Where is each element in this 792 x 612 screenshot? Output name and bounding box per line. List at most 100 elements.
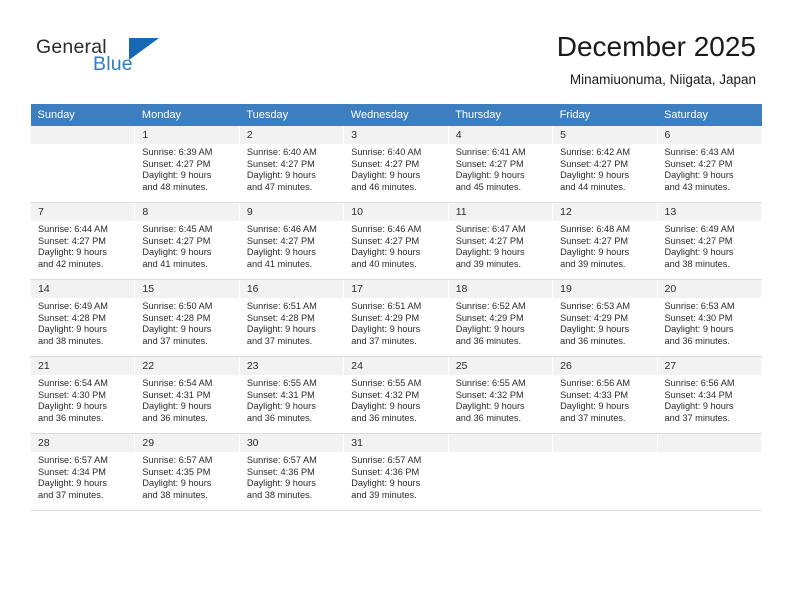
calendar-body: 1 Sunrise: 6:39 AM Sunset: 4:27 PM Daylight… [29, 126, 763, 511]
daylight-text-line2: and 43 minutes. [664, 181, 730, 192]
daylight-text-line1: Daylight: 9 hours [455, 401, 525, 412]
sunrise-text: Sunrise: 6:51 AM [246, 301, 317, 311]
calendar-day-cell-empty [552, 433, 658, 511]
calendar-day-cell[interactable]: 21 Sunrise: 6:54 AM Sunset: 4:30 PM Dayligh… [29, 356, 136, 434]
day-details: Sunrise: 6:40 AM Sunset: 4:27 PM Daylight:… [240, 144, 343, 193]
calendar-week-row: 14 Sunrise: 6:49 AM Sunset: 4:28 PM Dayligh… [29, 279, 763, 357]
calendar-day-cell[interactable]: 12 Sunrise: 6:48 AM Sunset: 4:27 PM Dayligh… [552, 202, 658, 280]
daylight-text-line1: Daylight: 9 hours [38, 401, 107, 412]
sunrise-text: Sunrise: 6:56 AM [664, 378, 735, 388]
sunset-text: Sunset: 4:27 PM [246, 158, 315, 169]
day-number: 7 [31, 203, 135, 221]
sunset-text: Sunset: 4:34 PM [664, 389, 733, 400]
day-cell-inner: 31 Sunrise: 6:57 AM Sunset: 4:36 PM Dayligh… [344, 434, 448, 510]
calendar-day-cell[interactable]: 20 Sunrise: 6:53 AM Sunset: 4:30 PM Dayligh… [656, 279, 763, 357]
calendar-day-cell[interactable]: 9 Sunrise: 6:46 AM Sunset: 4:27 PM Daylight… [238, 202, 345, 280]
daylight-text-line1: Daylight: 9 hours [246, 324, 316, 335]
calendar-day-cell[interactable]: 1 Sunrise: 6:39 AM Sunset: 4:27 PM Daylight… [134, 126, 240, 203]
calendar-week-row: 1 Sunrise: 6:39 AM Sunset: 4:27 PM Daylight… [29, 126, 763, 203]
daylight-text-line2: and 36 minutes. [664, 335, 730, 346]
calendar-day-cell[interactable]: 6 Sunrise: 6:43 AM Sunset: 4:27 PM Daylight… [656, 126, 763, 203]
calendar-day-cell[interactable]: 7 Sunrise: 6:44 AM Sunset: 4:27 PM Daylight… [29, 202, 136, 280]
day-details: Sunrise: 6:54 AM Sunset: 4:31 PM Daylight:… [135, 375, 238, 424]
calendar-day-cell[interactable]: 22 Sunrise: 6:54 AM Sunset: 4:31 PM Dayligh… [134, 356, 240, 434]
day-cell-inner: 12 Sunrise: 6:48 AM Sunset: 4:27 PM Dayligh… [553, 203, 657, 279]
calendar-day-cell[interactable]: 18 Sunrise: 6:52 AM Sunset: 4:29 PM Dayligh… [447, 279, 554, 357]
day-details: Sunrise: 6:52 AM Sunset: 4:29 PM Daylight:… [449, 298, 552, 347]
sunrise-text: Sunrise: 6:52 AM [455, 301, 526, 311]
day-number: 10 [344, 203, 448, 221]
day-cell-inner: 28 Sunrise: 6:57 AM Sunset: 4:34 PM Dayligh… [31, 434, 135, 510]
calendar-day-cell[interactable]: 23 Sunrise: 6:55 AM Sunset: 4:31 PM Dayligh… [238, 356, 345, 434]
day-details: Sunrise: 6:50 AM Sunset: 4:28 PM Daylight:… [135, 298, 238, 347]
sunrise-text: Sunrise: 6:56 AM [560, 378, 631, 388]
sunrise-text: Sunrise: 6:54 AM [38, 378, 108, 388]
daylight-text-line2: and 36 minutes. [142, 412, 208, 423]
sunset-text: Sunset: 4:36 PM [246, 466, 315, 477]
day-cell-inner: 4 Sunrise: 6:41 AM Sunset: 4:27 PM Daylight… [448, 126, 553, 202]
calendar-day-cell[interactable]: 2 Sunrise: 6:40 AM Sunset: 4:27 PM Daylight… [238, 126, 345, 203]
calendar-page: General Blue December 2025 Minamiuonuma,… [0, 0, 792, 612]
calendar-day-cell[interactable]: 11 Sunrise: 6:47 AM Sunset: 4:27 PM Dayligh… [447, 202, 554, 280]
day-number: 16 [239, 280, 344, 298]
calendar-week-row: 7 Sunrise: 6:44 AM Sunset: 4:27 PM Daylight… [29, 202, 763, 280]
daylight-text-line1: Daylight: 9 hours [351, 247, 421, 258]
sunrise-text: Sunrise: 6:53 AM [560, 301, 631, 311]
weekday-header-tuesday: Tuesday [239, 104, 344, 126]
sunrise-text: Sunrise: 6:53 AM [664, 301, 735, 311]
daylight-text-line2: and 38 minutes. [142, 489, 208, 500]
calendar-day-cell[interactable]: 17 Sunrise: 6:51 AM Sunset: 4:29 PM Dayligh… [343, 279, 449, 357]
weekday-header-wednesday: Wednesday [343, 104, 449, 126]
daylight-text-line2: and 41 minutes. [142, 258, 208, 269]
sunset-text: Sunset: 4:27 PM [142, 235, 211, 246]
calendar-day-cell[interactable]: 31 Sunrise: 6:57 AM Sunset: 4:36 PM Dayligh… [343, 433, 449, 511]
day-number: 18 [448, 280, 553, 298]
sunset-text: Sunset: 4:28 PM [246, 312, 315, 323]
day-details: Sunrise: 6:45 AM Sunset: 4:27 PM Daylight:… [135, 221, 238, 270]
day-number: 1 [135, 126, 239, 144]
calendar-day-cell[interactable]: 10 Sunrise: 6:46 AM Sunset: 4:27 PM Dayligh… [343, 202, 449, 280]
day-cell-inner: 20 Sunrise: 6:53 AM Sunset: 4:30 PM Dayligh… [657, 280, 761, 356]
daylight-text-line1: Daylight: 9 hours [455, 324, 525, 335]
day-details: Sunrise: 6:53 AM Sunset: 4:29 PM Daylight:… [553, 298, 656, 347]
sunset-text: Sunset: 4:27 PM [664, 158, 733, 169]
day-details: Sunrise: 6:51 AM Sunset: 4:29 PM Daylight:… [344, 298, 447, 347]
day-number: 26 [553, 357, 657, 375]
sunrise-text: Sunrise: 6:42 AM [560, 147, 631, 157]
calendar-day-cell[interactable]: 5 Sunrise: 6:42 AM Sunset: 4:27 PM Daylight… [552, 126, 658, 203]
sunrise-text: Sunrise: 6:41 AM [455, 147, 526, 157]
general-blue-logo[interactable]: General Blue [36, 36, 236, 86]
daylight-text-line1: Daylight: 9 hours [351, 170, 421, 181]
calendar-day-cell[interactable]: 29 Sunrise: 6:57 AM Sunset: 4:35 PM Dayligh… [134, 433, 240, 511]
calendar-day-cell[interactable]: 14 Sunrise: 6:49 AM Sunset: 4:28 PM Dayligh… [29, 279, 136, 357]
calendar-day-cell[interactable]: 4 Sunrise: 6:41 AM Sunset: 4:27 PM Daylight… [447, 126, 554, 203]
calendar-day-cell[interactable]: 27 Sunrise: 6:56 AM Sunset: 4:34 PM Dayligh… [656, 356, 763, 434]
daylight-text-line1: Daylight: 9 hours [246, 401, 316, 412]
sunset-text: Sunset: 4:27 PM [246, 235, 315, 246]
calendar-day-cell[interactable]: 24 Sunrise: 6:55 AM Sunset: 4:32 PM Dayligh… [343, 356, 449, 434]
calendar-day-cell[interactable]: 15 Sunrise: 6:50 AM Sunset: 4:28 PM Dayligh… [134, 279, 240, 357]
daylight-text-line1: Daylight: 9 hours [38, 247, 107, 258]
calendar-day-cell[interactable]: 13 Sunrise: 6:49 AM Sunset: 4:27 PM Dayligh… [656, 202, 763, 280]
day-details: Sunrise: 6:51 AM Sunset: 4:28 PM Daylight:… [240, 298, 343, 347]
day-number [657, 434, 761, 452]
calendar-day-cell[interactable]: 26 Sunrise: 6:56 AM Sunset: 4:33 PM Dayligh… [552, 356, 658, 434]
daylight-text-line1: Daylight: 9 hours [664, 170, 734, 181]
weekday-header-monday: Monday [134, 104, 240, 126]
calendar-day-cell[interactable]: 3 Sunrise: 6:40 AM Sunset: 4:27 PM Daylight… [343, 126, 449, 203]
sunset-text: Sunset: 4:32 PM [455, 389, 524, 400]
day-number: 2 [239, 126, 344, 144]
calendar-day-cell[interactable]: 8 Sunrise: 6:45 AM Sunset: 4:27 PM Daylight… [134, 202, 240, 280]
calendar-day-cell[interactable]: 19 Sunrise: 6:53 AM Sunset: 4:29 PM Dayligh… [552, 279, 658, 357]
day-number: 22 [135, 357, 239, 375]
day-details: Sunrise: 6:57 AM Sunset: 4:35 PM Daylight:… [135, 452, 238, 501]
sunrise-text: Sunrise: 6:57 AM [351, 455, 422, 465]
day-number: 15 [135, 280, 239, 298]
calendar-day-cell[interactable]: 30 Sunrise: 6:57 AM Sunset: 4:36 PM Dayligh… [238, 433, 345, 511]
calendar-day-cell-empty [29, 126, 136, 203]
calendar-day-cell[interactable]: 16 Sunrise: 6:51 AM Sunset: 4:28 PM Dayligh… [238, 279, 345, 357]
day-cell-inner: 2 Sunrise: 6:40 AM Sunset: 4:27 PM Daylight… [239, 126, 344, 202]
calendar-day-cell[interactable]: 25 Sunrise: 6:55 AM Sunset: 4:32 PM Dayligh… [447, 356, 554, 434]
calendar-day-cell[interactable]: 28 Sunrise: 6:57 AM Sunset: 4:34 PM Dayligh… [29, 433, 136, 511]
sunset-text: Sunset: 4:27 PM [664, 235, 733, 246]
